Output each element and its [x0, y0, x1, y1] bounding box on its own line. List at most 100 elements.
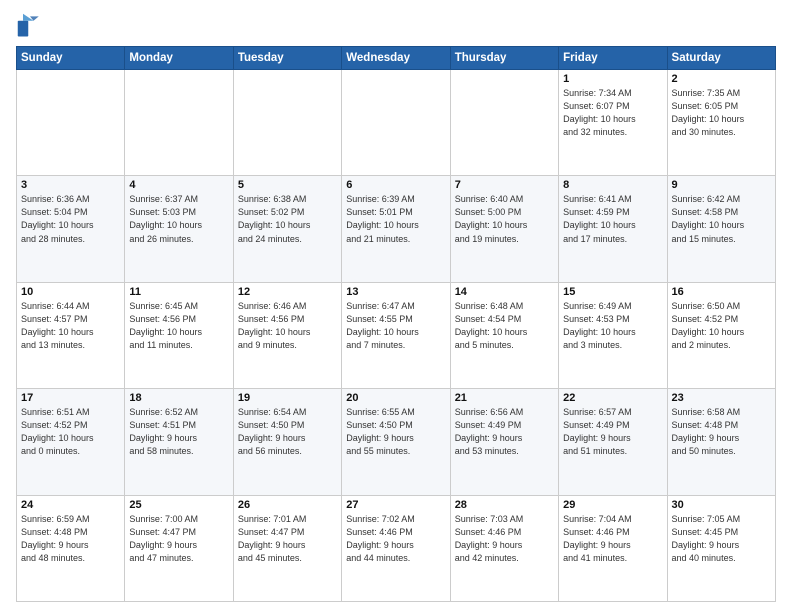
- weekday-header: Wednesday: [342, 47, 450, 70]
- day-number: 5: [238, 179, 337, 191]
- calendar-cell: 22 Sunrise: 6:57 AM Sunset: 4:49 PM Dayli…: [559, 389, 667, 495]
- day-info: Sunrise: 6:42 AM Sunset: 4:58 PM Dayligh…: [672, 193, 771, 245]
- day-info: Sunrise: 6:52 AM Sunset: 4:51 PM Dayligh…: [129, 406, 228, 458]
- day-info: Sunrise: 6:54 AM Sunset: 4:50 PM Dayligh…: [238, 406, 337, 458]
- day-number: 22: [563, 392, 662, 404]
- weekday-header: Monday: [125, 47, 233, 70]
- weekday-row: SundayMondayTuesdayWednesdayThursdayFrid…: [17, 47, 776, 70]
- calendar-header: SundayMondayTuesdayWednesdayThursdayFrid…: [17, 47, 776, 70]
- day-number: 21: [455, 392, 554, 404]
- calendar-cell: 21 Sunrise: 6:56 AM Sunset: 4:49 PM Dayli…: [450, 389, 558, 495]
- calendar-cell: 25 Sunrise: 7:00 AM Sunset: 4:47 PM Dayli…: [125, 495, 233, 601]
- day-number: 30: [672, 499, 771, 511]
- calendar-page: SundayMondayTuesdayWednesdayThursdayFrid…: [0, 0, 792, 612]
- calendar-cell: [125, 70, 233, 176]
- day-number: 12: [238, 286, 337, 298]
- calendar-cell: [17, 70, 125, 176]
- day-info: Sunrise: 7:05 AM Sunset: 4:45 PM Dayligh…: [672, 513, 771, 565]
- day-info: Sunrise: 7:02 AM Sunset: 4:46 PM Dayligh…: [346, 513, 445, 565]
- calendar-cell: 14Sunrise: 6:48 AM Sunset: 4:54 PM Dayli…: [450, 282, 558, 388]
- day-number: 2: [672, 73, 771, 85]
- logo: [16, 12, 48, 40]
- day-number: 26: [238, 499, 337, 511]
- calendar-table: SundayMondayTuesdayWednesdayThursdayFrid…: [16, 46, 776, 602]
- day-number: 7: [455, 179, 554, 191]
- day-info: Sunrise: 6:50 AM Sunset: 4:52 PM Dayligh…: [672, 300, 771, 352]
- day-number: 28: [455, 499, 554, 511]
- calendar-cell: 10 Sunrise: 6:44 AM Sunset: 4:57 PM Dayli…: [17, 282, 125, 388]
- calendar-cell: 3 Sunrise: 6:36 AM Sunset: 5:04 PM Daylig…: [17, 176, 125, 282]
- day-number: 9: [672, 179, 771, 191]
- calendar-cell: 8 Sunrise: 6:41 AM Sunset: 4:59 PM Daylig…: [559, 176, 667, 282]
- calendar-cell: 24 Sunrise: 6:59 AM Sunset: 4:48 PM Dayli…: [17, 495, 125, 601]
- day-info: Sunrise: 6:36 AM Sunset: 5:04 PM Dayligh…: [21, 193, 120, 245]
- calendar-cell: 20 Sunrise: 6:55 AM Sunset: 4:50 PM Dayli…: [342, 389, 450, 495]
- day-number: 17: [21, 392, 120, 404]
- calendar-cell: 29Sunrise: 7:04 AM Sunset: 4:46 PM Dayli…: [559, 495, 667, 601]
- day-number: 24: [21, 499, 120, 511]
- day-number: 27: [346, 499, 445, 511]
- calendar-cell: 13Sunrise: 6:47 AM Sunset: 4:55 PM Dayli…: [342, 282, 450, 388]
- day-number: 29: [563, 499, 662, 511]
- header: [16, 12, 776, 40]
- day-number: 25: [129, 499, 228, 511]
- calendar-cell: 23 Sunrise: 6:58 AM Sunset: 4:48 PM Dayli…: [667, 389, 775, 495]
- weekday-header: Tuesday: [233, 47, 341, 70]
- calendar-cell: 30 Sunrise: 7:05 AM Sunset: 4:45 PM Dayli…: [667, 495, 775, 601]
- calendar-cell: 6 Sunrise: 6:39 AM Sunset: 5:01 PM Daylig…: [342, 176, 450, 282]
- calendar-cell: 27 Sunrise: 7:02 AM Sunset: 4:46 PM Dayli…: [342, 495, 450, 601]
- day-number: 10: [21, 286, 120, 298]
- day-number: 14: [455, 286, 554, 298]
- calendar-cell: 15 Sunrise: 6:49 AM Sunset: 4:53 PM Dayli…: [559, 282, 667, 388]
- day-number: 13: [346, 286, 445, 298]
- day-info: Sunrise: 6:55 AM Sunset: 4:50 PM Dayligh…: [346, 406, 445, 458]
- calendar-cell: 19 Sunrise: 6:54 AM Sunset: 4:50 PM Dayli…: [233, 389, 341, 495]
- day-info: Sunrise: 7:34 AM Sunset: 6:07 PM Dayligh…: [563, 87, 662, 139]
- day-number: 3: [21, 179, 120, 191]
- calendar-cell: 4 Sunrise: 6:37 AM Sunset: 5:03 PM Daylig…: [125, 176, 233, 282]
- logo-icon: [16, 12, 44, 40]
- day-info: Sunrise: 6:45 AM Sunset: 4:56 PM Dayligh…: [129, 300, 228, 352]
- day-info: Sunrise: 6:41 AM Sunset: 4:59 PM Dayligh…: [563, 193, 662, 245]
- calendar-cell: 17Sunrise: 6:51 AM Sunset: 4:52 PM Dayli…: [17, 389, 125, 495]
- calendar-week-row: 3 Sunrise: 6:36 AM Sunset: 5:04 PM Daylig…: [17, 176, 776, 282]
- day-info: Sunrise: 6:58 AM Sunset: 4:48 PM Dayligh…: [672, 406, 771, 458]
- day-number: 1: [563, 73, 662, 85]
- calendar-cell: 7 Sunrise: 6:40 AM Sunset: 5:00 PM Daylig…: [450, 176, 558, 282]
- calendar-cell: 26 Sunrise: 7:01 AM Sunset: 4:47 PM Dayli…: [233, 495, 341, 601]
- weekday-header: Thursday: [450, 47, 558, 70]
- weekday-header: Friday: [559, 47, 667, 70]
- day-info: Sunrise: 6:59 AM Sunset: 4:48 PM Dayligh…: [21, 513, 120, 565]
- calendar-cell: 18 Sunrise: 6:52 AM Sunset: 4:51 PM Dayli…: [125, 389, 233, 495]
- day-info: Sunrise: 6:46 AM Sunset: 4:56 PM Dayligh…: [238, 300, 337, 352]
- calendar-week-row: 17Sunrise: 6:51 AM Sunset: 4:52 PM Dayli…: [17, 389, 776, 495]
- day-number: 20: [346, 392, 445, 404]
- day-number: 23: [672, 392, 771, 404]
- day-number: 11: [129, 286, 228, 298]
- day-number: 6: [346, 179, 445, 191]
- day-info: Sunrise: 6:44 AM Sunset: 4:57 PM Dayligh…: [21, 300, 120, 352]
- calendar-week-row: 1 Sunrise: 7:34 AM Sunset: 6:07 PM Daylig…: [17, 70, 776, 176]
- day-info: Sunrise: 7:00 AM Sunset: 4:47 PM Dayligh…: [129, 513, 228, 565]
- day-info: Sunrise: 6:37 AM Sunset: 5:03 PM Dayligh…: [129, 193, 228, 245]
- day-info: Sunrise: 6:40 AM Sunset: 5:00 PM Dayligh…: [455, 193, 554, 245]
- day-number: 4: [129, 179, 228, 191]
- day-info: Sunrise: 6:38 AM Sunset: 5:02 PM Dayligh…: [238, 193, 337, 245]
- day-number: 18: [129, 392, 228, 404]
- day-info: Sunrise: 7:01 AM Sunset: 4:47 PM Dayligh…: [238, 513, 337, 565]
- calendar-cell: 12 Sunrise: 6:46 AM Sunset: 4:56 PM Dayli…: [233, 282, 341, 388]
- day-number: 19: [238, 392, 337, 404]
- day-number: 16: [672, 286, 771, 298]
- day-info: Sunrise: 6:49 AM Sunset: 4:53 PM Dayligh…: [563, 300, 662, 352]
- calendar-cell: [450, 70, 558, 176]
- calendar-cell: 16 Sunrise: 6:50 AM Sunset: 4:52 PM Dayli…: [667, 282, 775, 388]
- calendar-week-row: 24 Sunrise: 6:59 AM Sunset: 4:48 PM Dayli…: [17, 495, 776, 601]
- day-info: Sunrise: 7:03 AM Sunset: 4:46 PM Dayligh…: [455, 513, 554, 565]
- day-number: 8: [563, 179, 662, 191]
- day-info: Sunrise: 6:56 AM Sunset: 4:49 PM Dayligh…: [455, 406, 554, 458]
- calendar-cell: [233, 70, 341, 176]
- day-info: Sunrise: 6:57 AM Sunset: 4:49 PM Dayligh…: [563, 406, 662, 458]
- calendar-cell: 11 Sunrise: 6:45 AM Sunset: 4:56 PM Dayli…: [125, 282, 233, 388]
- day-info: Sunrise: 6:39 AM Sunset: 5:01 PM Dayligh…: [346, 193, 445, 245]
- day-number: 15: [563, 286, 662, 298]
